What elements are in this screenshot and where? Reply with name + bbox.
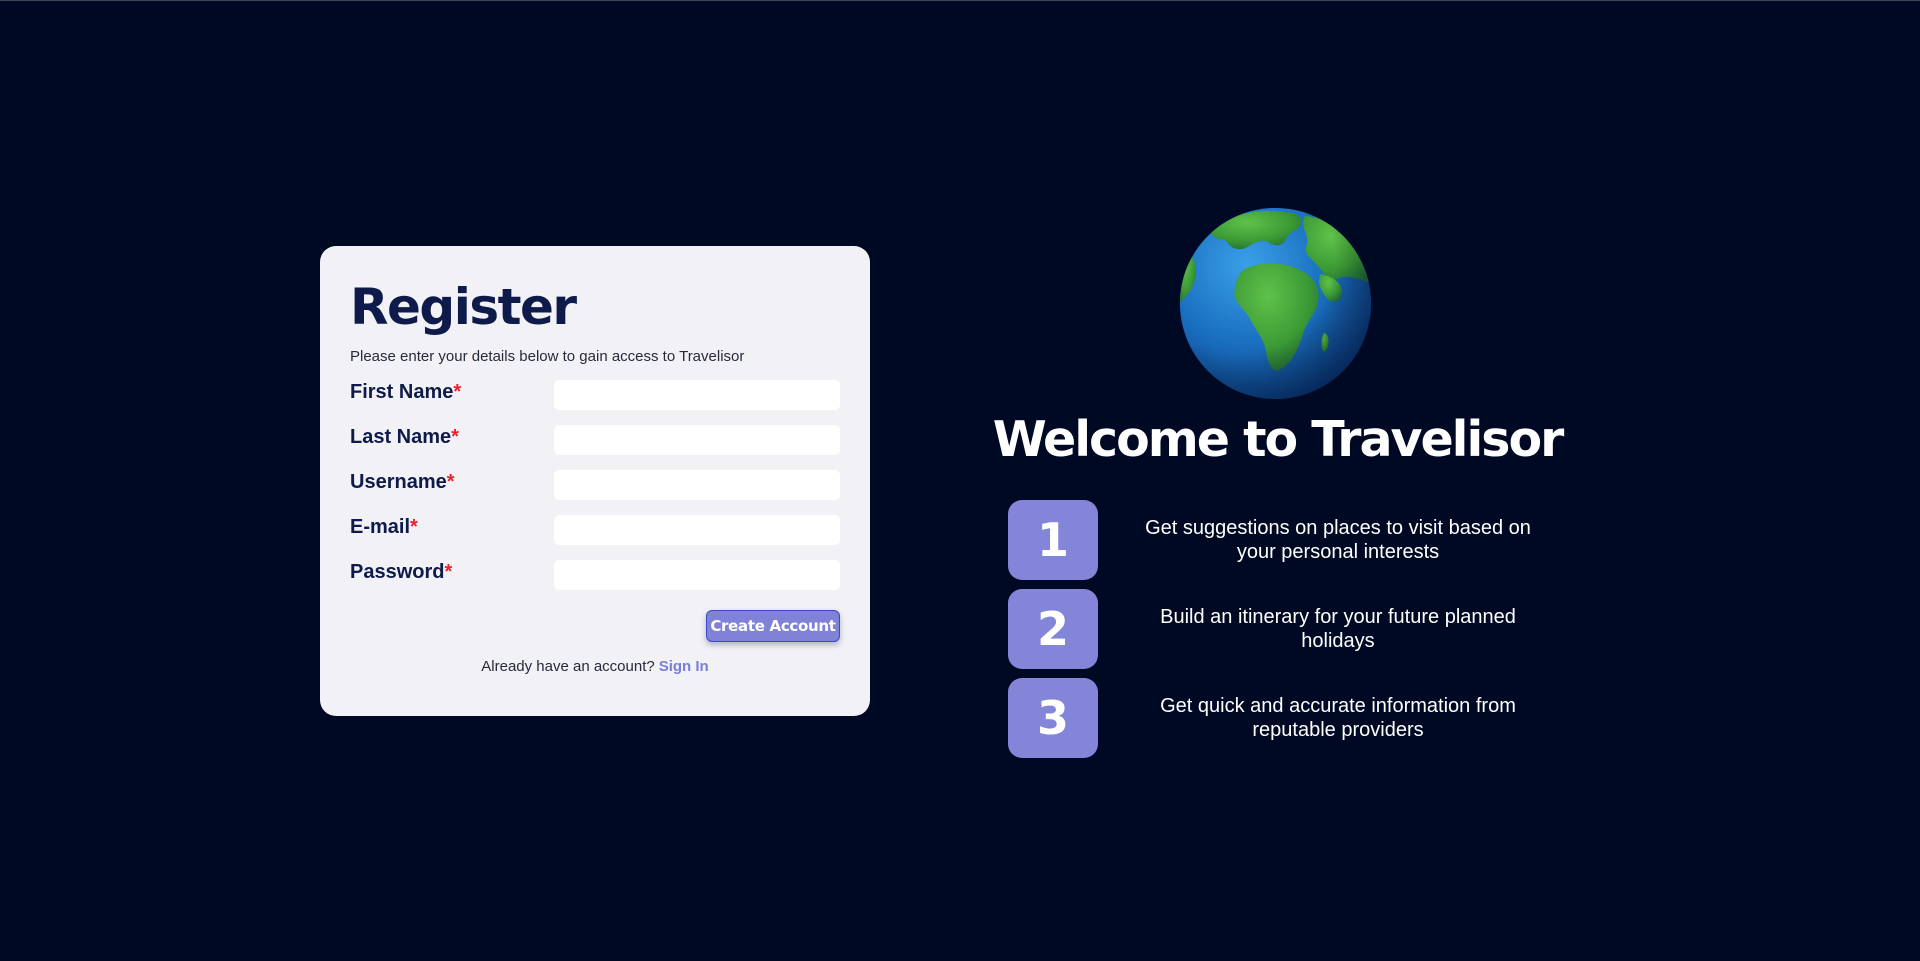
feature-number-badge: 1 <box>1008 500 1098 580</box>
username-row: Username* <box>350 470 840 515</box>
register-card: Register Please enter your details below… <box>320 246 870 716</box>
required-asterisk: * <box>451 426 459 448</box>
first-name-input[interactable] <box>554 380 840 410</box>
feature-item-2: 2 Build an itinerary for your future pla… <box>1008 589 1548 669</box>
required-asterisk: * <box>410 516 418 538</box>
feature-text: Build an itinerary for your future plann… <box>1160 606 1516 652</box>
required-asterisk: * <box>453 381 462 403</box>
feature-text: Get suggestions on places to visit based… <box>1145 517 1531 563</box>
password-row: Password* <box>350 560 840 605</box>
password-label: Password* <box>350 561 453 583</box>
register-subtitle: Please enter your details below to gain … <box>350 348 745 365</box>
feature-item-1: 1 Get suggestions on places to visit bas… <box>1008 500 1548 580</box>
required-asterisk: * <box>444 561 453 583</box>
email-input[interactable] <box>554 515 840 545</box>
username-label: Username* <box>350 471 455 493</box>
register-form: First Name* Last Name* Username* E-mail*… <box>350 380 840 605</box>
first-name-row: First Name* <box>350 380 840 425</box>
feature-text: Get quick and accurate information from … <box>1160 695 1516 741</box>
signin-prompt: Already have an account? <box>481 658 655 675</box>
last-name-input[interactable] <box>554 425 840 455</box>
username-input[interactable] <box>554 470 840 500</box>
register-title: Register <box>350 278 577 336</box>
signin-row: Already have an account? Sign In <box>320 658 870 675</box>
create-account-button[interactable]: Create Account <box>706 610 840 642</box>
globe-icon <box>1179 207 1372 400</box>
feature-item-3: 3 Get quick and accurate information fro… <box>1008 678 1548 758</box>
email-row: E-mail* <box>350 515 840 560</box>
feature-number-badge: 2 <box>1008 589 1098 669</box>
last-name-row: Last Name* <box>350 425 840 470</box>
top-border <box>0 0 1920 1</box>
sign-in-link[interactable]: Sign In <box>659 658 709 675</box>
welcome-title: Welcome to Travelisor <box>992 411 1565 468</box>
feature-number-badge: 3 <box>1008 678 1098 758</box>
last-name-label: Last Name* <box>350 426 459 448</box>
email-label: E-mail* <box>350 516 418 538</box>
first-name-label: First Name* <box>350 381 462 403</box>
password-input[interactable] <box>554 560 840 590</box>
required-asterisk: * <box>446 471 455 493</box>
